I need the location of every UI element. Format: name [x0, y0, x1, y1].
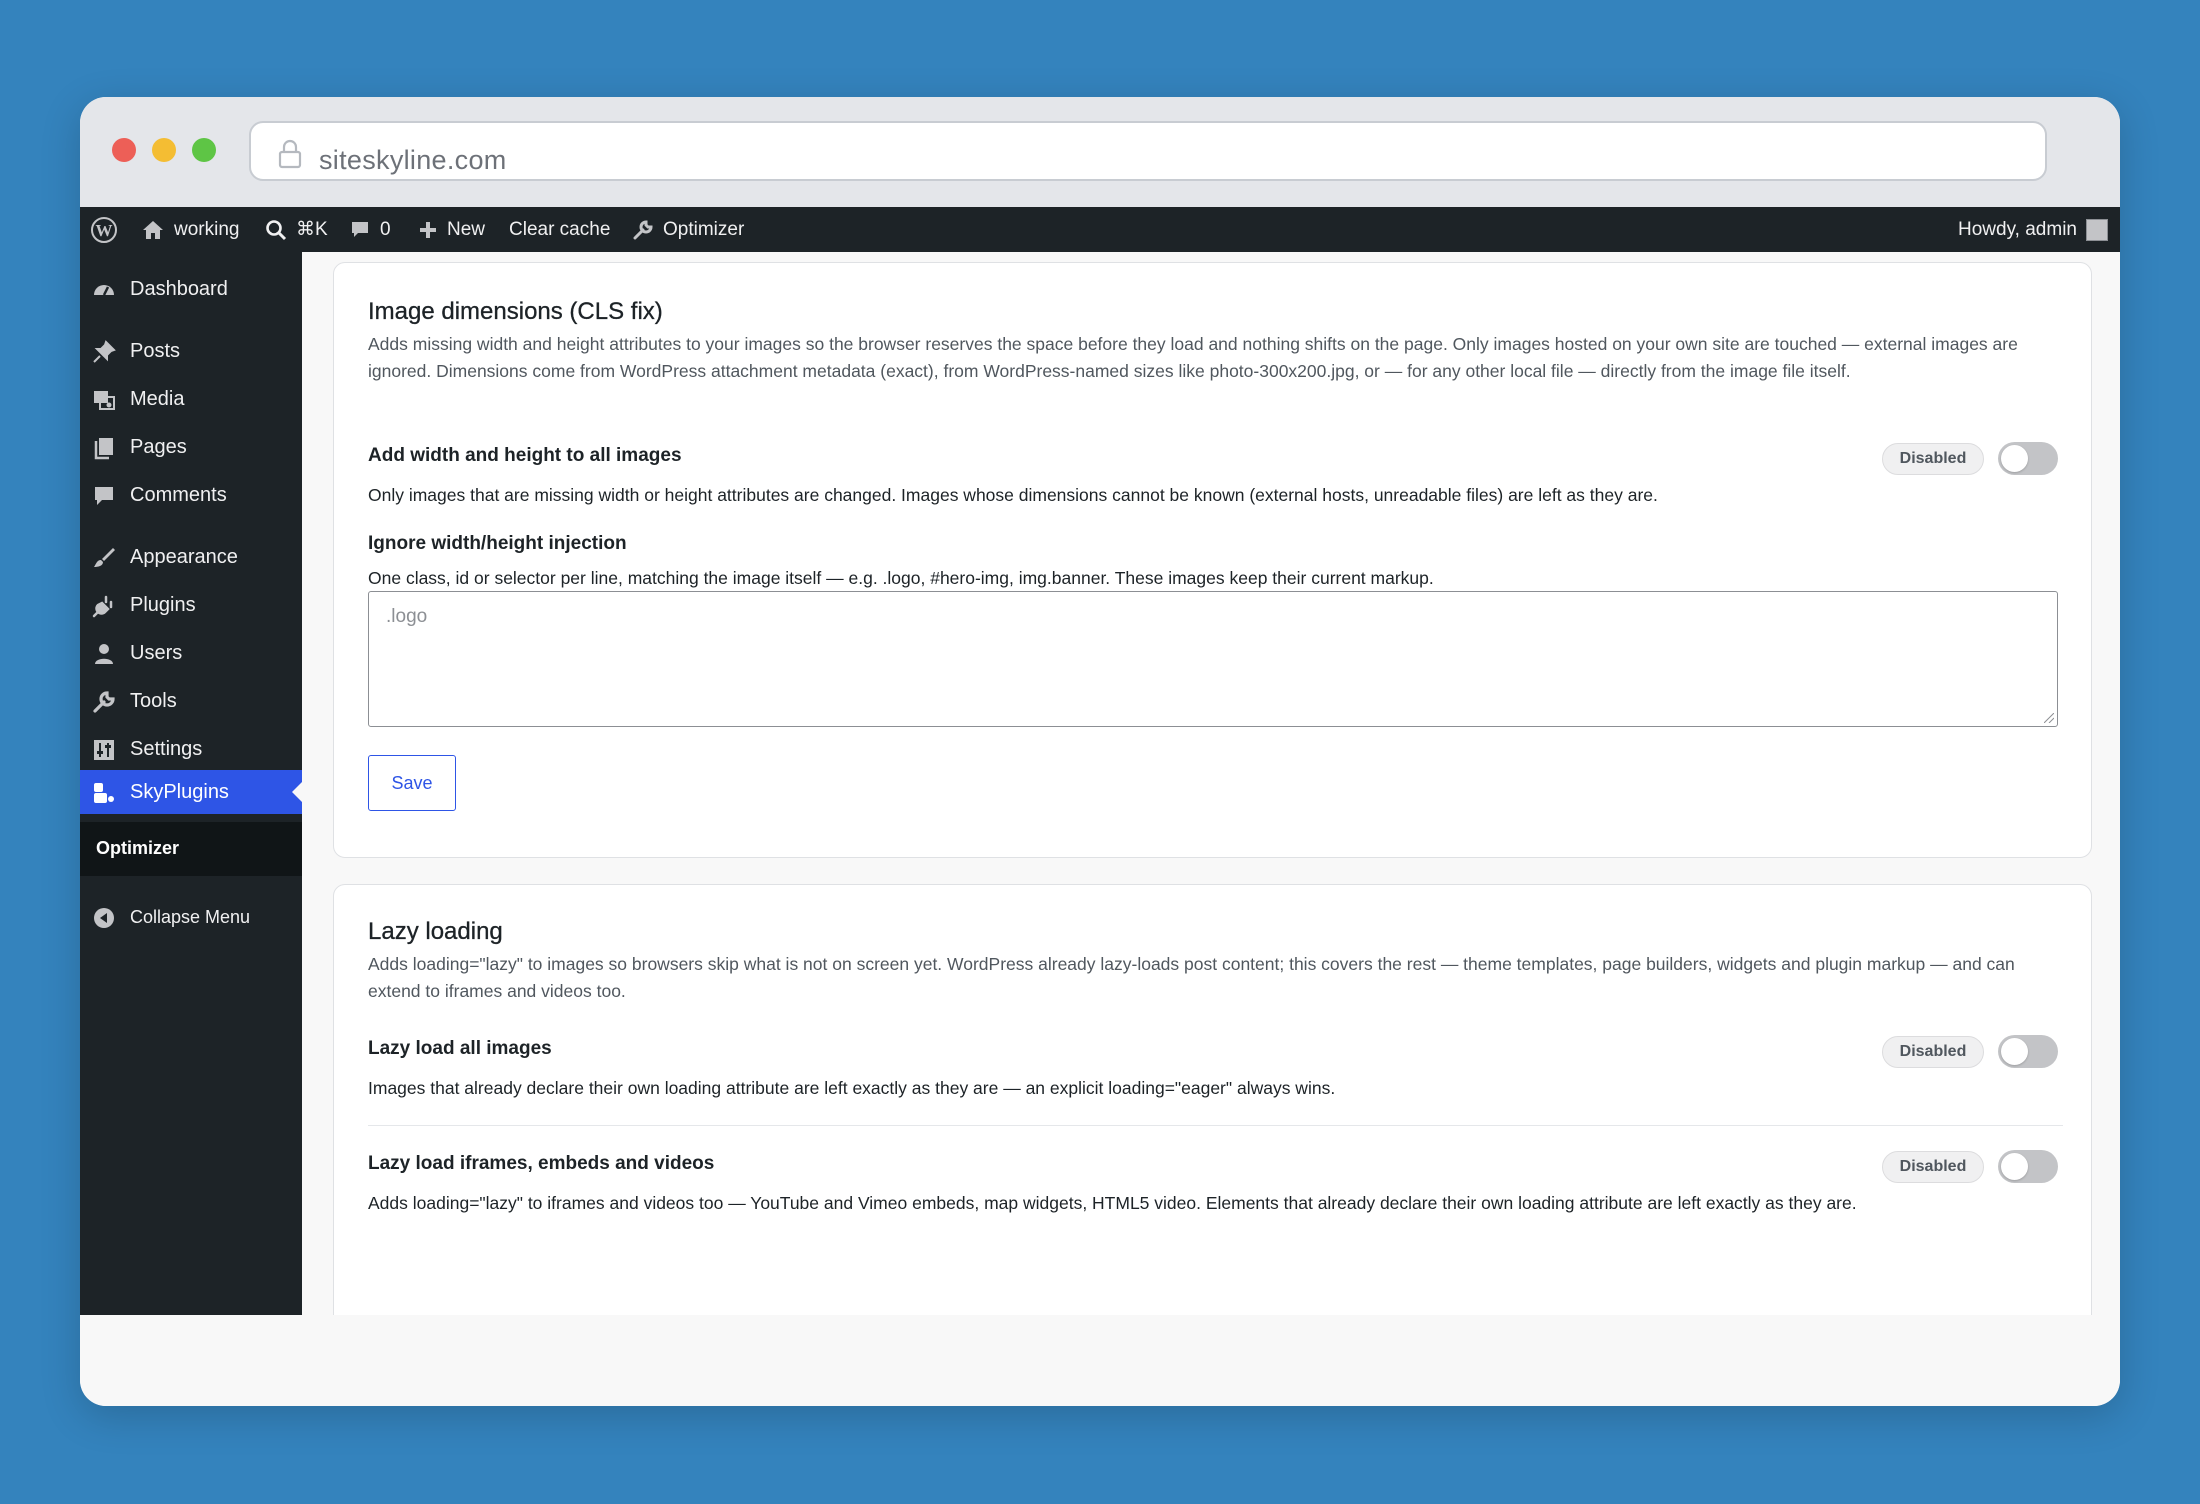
status-badge: Disabled	[1882, 1151, 1984, 1183]
save-button[interactable]: Save	[368, 755, 456, 811]
setting-title: Ignore width/height injection	[368, 533, 627, 554]
setting-description: Only images that are missing width or he…	[368, 485, 1658, 505]
status-badge: Disabled	[1882, 443, 1984, 475]
sidebar-item-label: Tools	[130, 689, 177, 712]
sidebar-item-plugins[interactable]: Plugins	[80, 583, 302, 627]
sidebar-item-posts[interactable]: Posts	[80, 329, 302, 373]
divider	[368, 1125, 2063, 1126]
sidebar-item-users[interactable]: Users	[80, 631, 302, 675]
site-name: working	[174, 218, 240, 240]
clear-cache-label: Clear cache	[509, 218, 611, 240]
sidebar-item-media[interactable]: Media	[80, 377, 302, 421]
settings-icon	[94, 740, 114, 760]
optimizer-link[interactable]: Optimizer	[632, 207, 744, 252]
new-label: New	[447, 218, 486, 240]
sidebar-item-settings[interactable]: Settings	[80, 727, 302, 771]
browser-chrome: siteskyline.com	[80, 97, 2120, 207]
wrench-icon	[633, 219, 653, 239]
section-title: Lazy loading	[368, 918, 503, 945]
optimizer-label: Optimizer	[663, 218, 745, 240]
collapse-icon	[94, 908, 114, 928]
search-icon	[266, 219, 287, 240]
section-description: Adds loading="lazy" to images so browser…	[368, 954, 2015, 1001]
sidebar-item-label: Plugins	[130, 593, 196, 616]
media-icon	[94, 391, 115, 410]
admin-menu: Dashboard Posts Media Pages Comments App…	[80, 252, 302, 1005]
setting-title: Lazy load iframes, embeds and videos	[368, 1153, 715, 1174]
collapse-menu-button[interactable]: Collapse Menu	[80, 895, 302, 939]
pin-icon	[93, 340, 116, 363]
address-bar[interactable]: siteskyline.com	[249, 121, 2047, 181]
section-description: Adds missing width and height attributes…	[368, 334, 2018, 381]
sidebar-item-label: Users	[130, 641, 183, 664]
sidebar-item-label: Dashboard	[130, 277, 228, 300]
plus-icon	[420, 221, 436, 238]
submenu-item-optimizer[interactable]: Optimizer	[96, 838, 179, 859]
wrench-icon	[93, 691, 115, 713]
status-badge: Disabled	[1882, 1036, 1984, 1068]
pages-icon	[94, 438, 113, 460]
howdy-text: Howdy, admin	[1958, 218, 2077, 240]
setting-title: Lazy load all images	[368, 1038, 552, 1059]
sidebar-item-label: Appearance	[130, 545, 238, 568]
page-bottom-area	[80, 1315, 2120, 1406]
sidebar-item-label: SkyPlugins	[130, 780, 229, 803]
site-name-link[interactable]: working	[141, 207, 239, 252]
clear-cache-button[interactable]: Clear cache	[509, 207, 610, 252]
skyplugins-submenu: Optimizer	[80, 822, 302, 876]
search-shortcut: ⌘K	[296, 219, 328, 240]
section-title: Image dimensions (CLS fix)	[368, 298, 663, 325]
comment-icon	[352, 221, 368, 237]
sidebar-item-skyplugins[interactable]: SkyPlugins	[80, 770, 302, 814]
new-content-button[interactable]: New	[418, 207, 485, 252]
sidebar-item-label: Pages	[130, 435, 187, 458]
main-content: Image dimensions (CLS fix) Adds missing …	[302, 252, 2120, 1315]
dashboard-icon	[94, 285, 114, 296]
lazy-loading-card: Lazy loading Adds loading="lazy" to imag…	[333, 884, 2092, 1315]
svg-text:W: W	[96, 221, 113, 240]
url-text: siteskyline.com	[319, 145, 507, 175]
plug-icon	[92, 595, 113, 618]
wp-admin-bar: W working ⌘K 0 New Clear cache Optimizer…	[80, 207, 2120, 252]
comments-link[interactable]: 0	[349, 207, 391, 252]
wordpress-icon: W	[91, 216, 117, 243]
skyplugins-icon	[94, 783, 114, 803]
ignore-selectors-textarea[interactable]: .logo	[368, 591, 2058, 727]
account-menu[interactable]: Howdy, admin	[1958, 207, 2108, 252]
resize-grip-icon[interactable]	[2044, 713, 2054, 723]
sidebar-item-tools[interactable]: Tools	[80, 679, 302, 723]
brush-icon	[94, 548, 115, 567]
lazy-load-images-toggle[interactable]	[1998, 1035, 2058, 1068]
wordpress-logo-button[interactable]: W	[90, 207, 118, 252]
sidebar-item-label: Media	[130, 387, 185, 410]
search-button[interactable]: ⌘K	[265, 207, 328, 252]
setting-description: Adds loading="lazy" to iframes and video…	[368, 1193, 1857, 1213]
close-window-button[interactable]	[112, 138, 136, 162]
minimize-window-button[interactable]	[152, 138, 176, 162]
sidebar-item-label: Posts	[130, 339, 181, 362]
image-dimensions-card: Image dimensions (CLS fix) Adds missing …	[333, 262, 2092, 858]
lazy-load-iframes-toggle[interactable]	[1998, 1150, 2058, 1183]
sidebar-item-pages[interactable]: Pages	[80, 425, 302, 469]
textarea-placeholder: .logo	[386, 606, 428, 627]
setting-description: One class, id or selector per line, matc…	[368, 568, 1434, 588]
sidebar-item-dashboard[interactable]: Dashboard	[80, 267, 302, 311]
sidebar-item-label: Settings	[130, 737, 203, 760]
setting-title: Add width and height to all images	[368, 445, 682, 466]
comments-count: 0	[380, 218, 391, 240]
add-dimensions-toggle[interactable]	[1998, 442, 2058, 475]
home-icon	[143, 220, 163, 239]
setting-description: Images that already declare their own lo…	[368, 1078, 1336, 1098]
collapse-label: Collapse Menu	[130, 906, 251, 927]
sidebar-item-label: Comments	[130, 483, 227, 506]
admin-sidebar: Dashboard Posts Media Pages Comments App…	[80, 252, 302, 1315]
maximize-window-button[interactable]	[192, 138, 216, 162]
sidebar-item-appearance[interactable]: Appearance	[80, 535, 302, 579]
lock-icon	[278, 139, 302, 169]
sidebar-item-comments[interactable]: Comments	[80, 473, 302, 517]
browser-window: siteskyline.com W working ⌘K 0 New Clear…	[80, 97, 2120, 1406]
comment-icon	[95, 487, 113, 505]
user-icon	[95, 644, 113, 664]
avatar	[2086, 218, 2108, 241]
